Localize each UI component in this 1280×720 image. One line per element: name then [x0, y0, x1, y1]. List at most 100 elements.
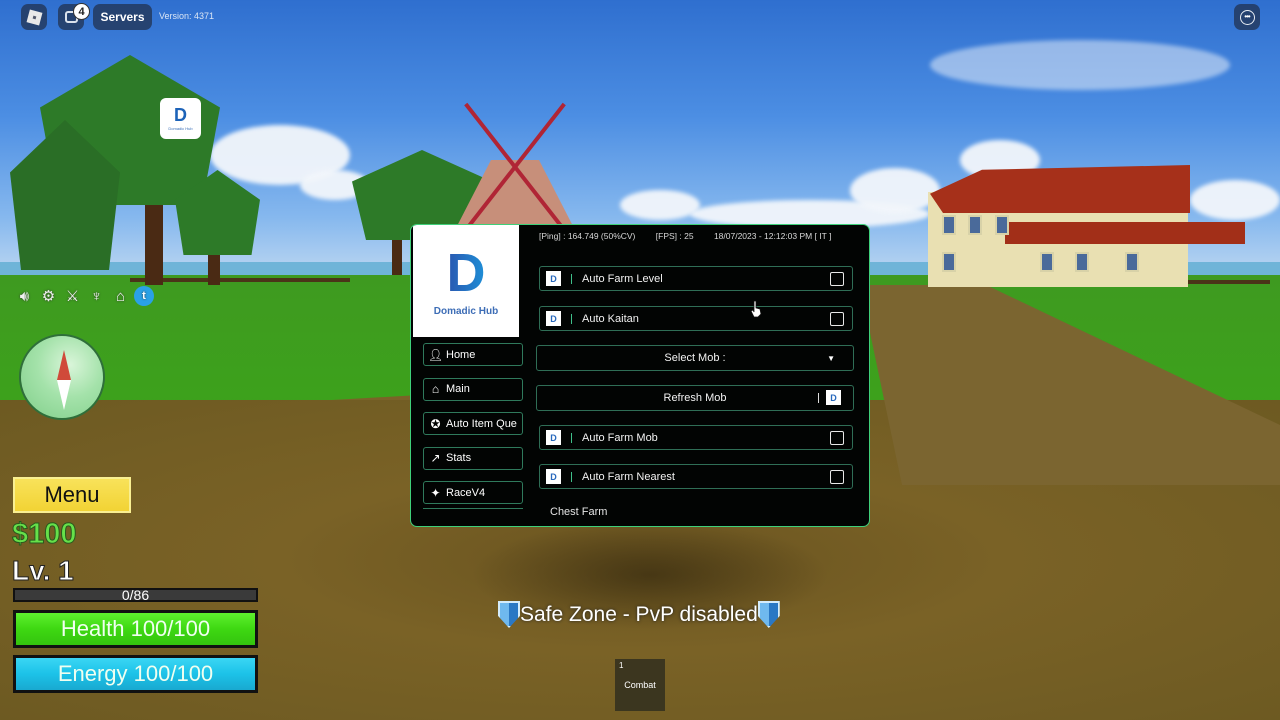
slot-number: 1	[619, 661, 624, 670]
trophy-icon[interactable]: ♆	[86, 286, 107, 306]
roof	[1005, 222, 1245, 244]
separator	[571, 273, 572, 284]
window	[968, 215, 982, 235]
medal-icon: ✪	[430, 416, 441, 431]
cloud	[930, 40, 1230, 90]
toggle-label: Auto Farm Nearest	[582, 470, 675, 483]
domadic-logo-icon: D	[446, 242, 486, 303]
gear-icon[interactable]: ⚙	[38, 286, 59, 306]
cloud	[620, 190, 700, 220]
toggle-auto-kaitan[interactable]: D Auto Kaitan	[539, 306, 853, 331]
tab-list-scroll-edge	[423, 507, 523, 509]
menu-button[interactable]: Menu	[13, 477, 131, 513]
xp-text: 0/86	[121, 587, 150, 603]
window	[942, 252, 956, 272]
button-label: Refresh Mob	[663, 392, 727, 404]
window	[1075, 252, 1089, 272]
hub-title: Domadic Hub	[433, 305, 499, 317]
energy-bar: Energy 100/100	[13, 655, 258, 693]
separator	[571, 471, 572, 482]
hotbar-slot-combat[interactable]: 1 Combat	[615, 659, 665, 711]
window	[942, 215, 956, 235]
avatar-icon: 👤︎	[427, 347, 444, 362]
select-mob-dropdown[interactable]: Select Mob : ▼	[536, 345, 854, 371]
chat-badge: 4	[73, 3, 90, 20]
caret-down-icon: ▼	[827, 354, 835, 363]
window	[1040, 252, 1054, 272]
toggle-label: Auto Kaitan	[582, 312, 639, 325]
toggle-label: Auto Farm Mob	[582, 431, 658, 444]
tab-label: Stats	[446, 452, 472, 464]
version-text: Version: 4371	[159, 11, 215, 21]
slot-label: Combat	[624, 680, 656, 690]
tab-stats[interactable]: ↗ Stats	[423, 446, 523, 470]
safe-zone-text: Safe Zone - PvP disabled	[520, 602, 758, 626]
home-icon[interactable]: ⌂	[110, 286, 131, 306]
level-display: Lv. 1	[12, 555, 75, 587]
speaker-icon[interactable]: 🔊︎	[14, 286, 35, 306]
compass-needle-north	[57, 350, 71, 380]
cloud	[1190, 180, 1280, 220]
quick-icons-row: 🔊︎ ⚙ ⚔ ♆ ⌂ t	[14, 286, 154, 306]
fps-text: [FPS] : 25	[655, 231, 694, 241]
checkbox[interactable]	[830, 311, 844, 326]
domadic-logo-icon: D	[546, 271, 561, 286]
checkbox[interactable]	[830, 430, 844, 445]
fence	[130, 278, 350, 282]
crossed-swords-skull-icon[interactable]: ⚔	[62, 286, 83, 306]
tab-label: RaceV4	[446, 486, 486, 499]
domadic-logo-icon: D	[826, 390, 841, 405]
datetime-text: 18/07/2023 - 12:12:03 PM [ IT ]	[713, 231, 832, 241]
compass-needle-south	[57, 380, 71, 410]
hub-tabs: 👤︎ Home ⌂ Main ✪ Auto Item Que ↗ Stats ✦…	[423, 343, 523, 509]
domadic-logo-icon: D	[546, 469, 561, 484]
status-line: [Ping] : 164.749 (50%CV) [FPS] : 25 18/0…	[539, 231, 849, 241]
hub-logo: D Domadic Hub	[413, 225, 519, 337]
dropdown-label: Select Mob :	[664, 352, 726, 364]
race-icon: ✦	[430, 485, 441, 500]
hub-toggle-caption: Domadic Hub	[168, 126, 193, 131]
ping-text: [Ping] : 164.749 (50%CV)	[539, 231, 636, 241]
checkbox[interactable]	[830, 271, 844, 286]
window	[995, 215, 1009, 235]
roblox-menu-button[interactable]	[21, 4, 47, 30]
hand-cursor-icon	[750, 300, 762, 318]
domadic-logo-icon: D	[546, 430, 561, 445]
separator	[571, 432, 572, 443]
xp-bar: 0/86	[13, 587, 258, 603]
separator	[818, 393, 819, 403]
twitter-icon[interactable]: t	[134, 286, 154, 306]
roblox-logo-icon	[26, 9, 42, 25]
ellipsis-icon: •••	[1239, 9, 1255, 25]
chart-icon: ↗	[430, 451, 441, 465]
tab-label: Auto Item Que	[446, 417, 517, 430]
tab-auto-item-quest[interactable]: ✪ Auto Item Que	[423, 412, 523, 435]
toggle-auto-farm-mob[interactable]: D Auto Farm Mob	[539, 425, 853, 450]
compass[interactable]	[19, 334, 105, 420]
tab-home[interactable]: 👤︎ Home	[423, 343, 523, 366]
servers-button[interactable]: Servers	[93, 4, 152, 30]
home-icon: ⌂	[431, 382, 440, 396]
safe-zone-banner: Safe Zone - PvP disabled	[498, 601, 780, 628]
tab-label: Home	[446, 348, 476, 361]
tab-label: Main	[446, 383, 470, 395]
domadic-hub-window: D Domadic Hub [Ping] : 164.749 (50%CV) […	[410, 224, 870, 527]
domadic-logo-icon: D	[174, 105, 187, 125]
tab-main[interactable]: ⌂ Main	[423, 377, 523, 401]
refresh-mob-button[interactable]: Refresh Mob D	[536, 385, 854, 411]
separator	[571, 313, 572, 324]
window	[1125, 252, 1139, 272]
tab-racev4[interactable]: ✦ RaceV4	[423, 481, 523, 504]
hub-toggle-button[interactable]: D Domadic Hub	[160, 98, 201, 139]
checkbox[interactable]	[830, 469, 844, 484]
shield-icon	[757, 601, 780, 628]
domadic-logo-icon: D	[546, 311, 561, 326]
toggle-label: Auto Farm Level	[582, 272, 663, 285]
shield-icon	[498, 601, 520, 628]
cloud	[850, 168, 940, 213]
section-chest-farm: Chest Farm	[550, 506, 608, 518]
toggle-auto-farm-level[interactable]: D Auto Farm Level	[539, 266, 853, 291]
money-display: $100	[12, 518, 78, 551]
toggle-auto-farm-nearest[interactable]: D Auto Farm Nearest	[539, 464, 853, 489]
more-options-button[interactable]: •••	[1234, 4, 1260, 30]
